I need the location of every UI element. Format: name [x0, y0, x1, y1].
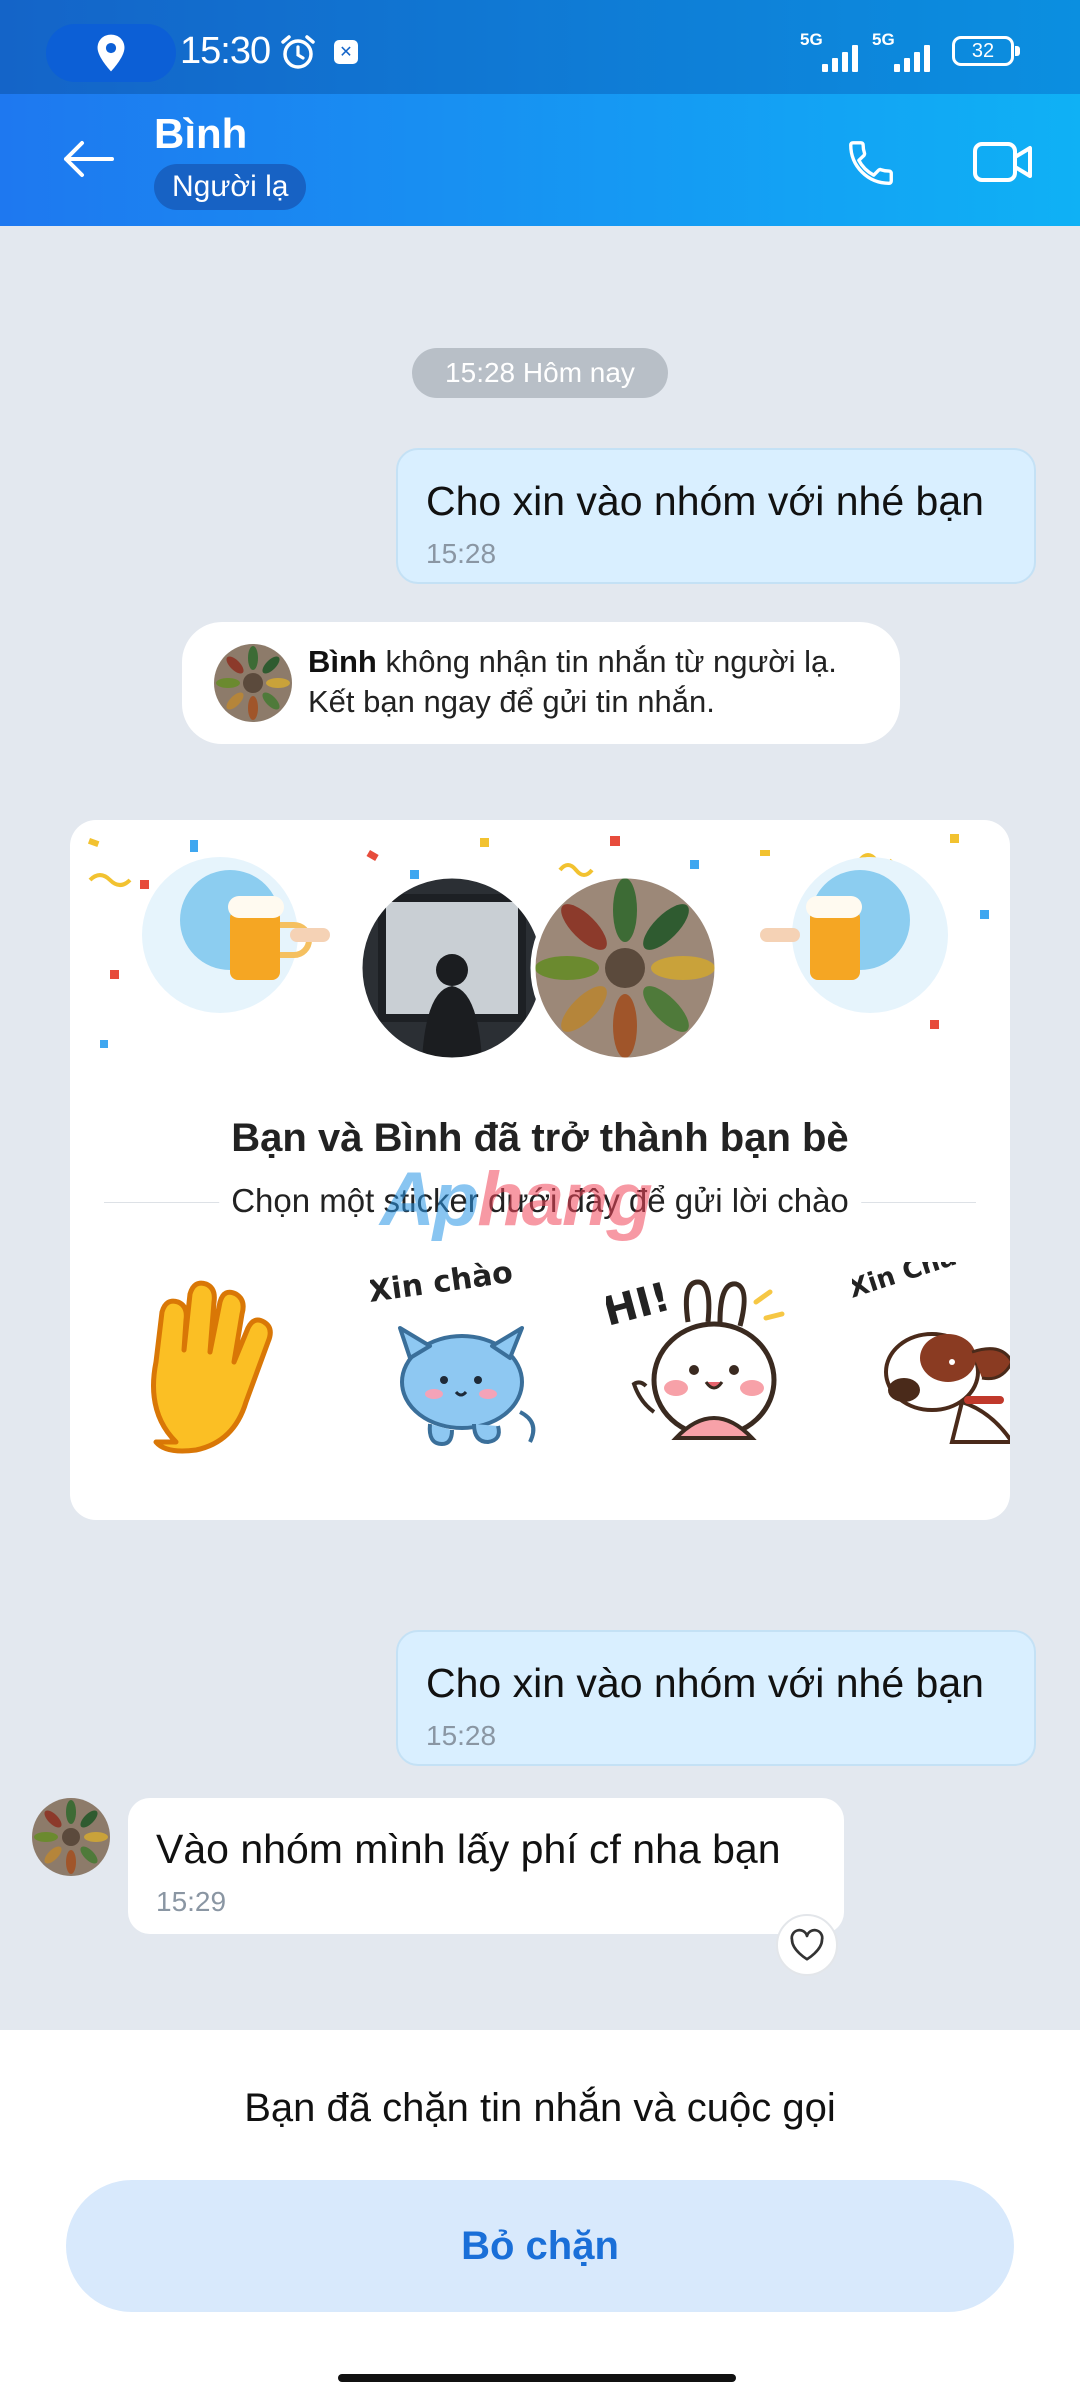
outgoing-message[interactable]: Cho xin vào nhóm với nhé bạn 15:28	[396, 448, 1036, 584]
video-call-icon	[973, 142, 1032, 182]
message-time: 15:28	[426, 1720, 497, 1751]
sticker-cat-xin-chao[interactable]: Xin chào	[370, 1262, 550, 1462]
blocked-status-text: Bạn đã chặn tin nhắn và cuộc gọi	[244, 2086, 836, 2130]
watermark: Aphang	[380, 1157, 653, 1242]
battery-icon: 32	[952, 36, 1020, 66]
video-call-button[interactable]	[968, 132, 1038, 192]
unblock-button[interactable]: Bỏ chặn	[66, 2180, 1014, 2312]
notice-line-2: Kết bạn ngay để gửi tin nhắn.	[308, 684, 715, 719]
message-time: 15:29	[156, 1886, 227, 1917]
stranger-notice: Bình không nhận tin nhắn từ người lạ. Kế…	[182, 622, 900, 744]
heart-icon	[790, 1928, 824, 1961]
back-arrow-icon	[64, 141, 114, 177]
celebration-banner	[87, 834, 989, 1063]
message-text: Cho xin vào nhóm với nhé bạn	[426, 1660, 984, 1706]
call-button[interactable]	[838, 130, 904, 196]
alarm-icon	[281, 35, 315, 69]
signal-strength-icon: 5G	[872, 30, 944, 72]
avatar[interactable]	[214, 644, 292, 722]
date-separator: 15:28 Hôm nay	[412, 348, 668, 398]
message-time: 15:28	[426, 538, 497, 569]
status-bar: 15:30 ✕ 5G 5G 32	[0, 0, 1080, 94]
status-time: 15:30	[180, 30, 271, 72]
phone-icon	[849, 141, 893, 185]
incoming-message[interactable]: Vào nhóm mình lấy phí cf nha bạn 15:29	[128, 1798, 844, 1934]
friend-greeting-card: Bạn và Bình đã trở thành bạn bè Chọn một…	[70, 820, 1010, 1520]
location-icon[interactable]	[46, 24, 176, 82]
contact-name[interactable]: Bình	[154, 110, 247, 158]
my-avatar	[357, 873, 547, 1063]
home-indicator[interactable]	[338, 2374, 736, 2382]
blocked-panel: Bạn đã chặn tin nhắn và cuộc gọi Bỏ chặn	[0, 2030, 1080, 2400]
avatar[interactable]	[32, 1798, 110, 1876]
notification-icon: ✕	[334, 40, 358, 64]
svg-text:HI!: HI!	[606, 1274, 675, 1336]
signal-strength-icon: 5G	[800, 30, 872, 72]
sticker-bunny-hi[interactable]: HI!	[606, 1262, 786, 1462]
outgoing-message[interactable]: Cho xin vào nhóm với nhé bạn 15:28	[396, 1630, 1036, 1766]
contact-avatar	[530, 873, 720, 1063]
back-button[interactable]	[52, 128, 124, 190]
svg-text:Xin chào: Xin chào	[370, 1262, 515, 1310]
react-heart-button[interactable]	[776, 1914, 838, 1976]
friend-card-title: Bạn và Bình đã trở thành bạn bè	[231, 1116, 849, 1160]
message-text: Vào nhóm mình lấy phí cf nha bạn	[156, 1826, 781, 1872]
message-text: Cho xin vào nhóm với nhé bạn	[426, 478, 984, 524]
svg-text:Xin Chào: Xin Chào	[852, 1262, 977, 1305]
stranger-badge: Người lạ	[154, 164, 307, 210]
sticker-waving-hand[interactable]	[126, 1262, 306, 1462]
chat-header: Bình Người lạ	[0, 94, 1080, 226]
sticker-dog-xin-chao[interactable]: Xin Chào	[852, 1262, 1010, 1462]
notice-line-1: Bình không nhận tin nhắn từ người lạ.	[308, 644, 837, 679]
